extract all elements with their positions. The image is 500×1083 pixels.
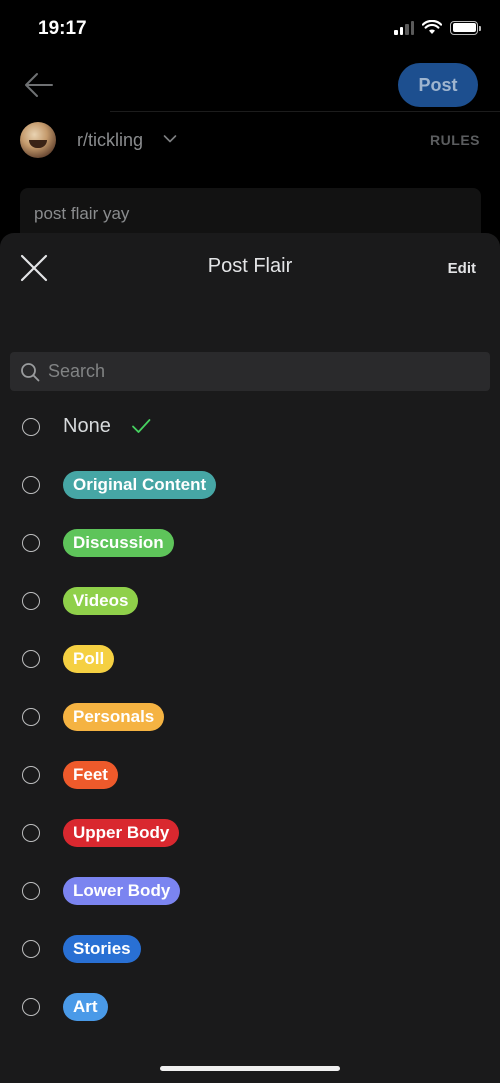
- flair-pill: Feet: [63, 761, 118, 789]
- cellular-signal-icon: [394, 20, 414, 35]
- checkmark-icon: [132, 419, 151, 433]
- chevron-down-icon[interactable]: [163, 134, 177, 144]
- post-button[interactable]: Post: [398, 63, 478, 107]
- arrow-left-icon[interactable]: [22, 68, 56, 102]
- flair-option-personals[interactable]: Personals: [0, 688, 500, 746]
- radio-button[interactable]: [22, 592, 40, 610]
- flair-label: None: [63, 415, 111, 437]
- community-avatar: [20, 122, 56, 158]
- radio-button[interactable]: [22, 418, 40, 436]
- search-box[interactable]: [10, 352, 490, 391]
- flair-pill: Original Content: [63, 471, 217, 499]
- flair-option-feet[interactable]: Feet: [0, 746, 500, 804]
- flair-option-none[interactable]: None: [0, 398, 500, 456]
- flair-pill: Poll: [63, 645, 115, 673]
- flair-pill: Discussion: [63, 529, 174, 557]
- community-name[interactable]: r/tickling: [77, 130, 143, 151]
- home-indicator[interactable]: [160, 1066, 340, 1071]
- radio-button[interactable]: [22, 534, 40, 552]
- edit-button[interactable]: Edit: [448, 260, 476, 277]
- status-bar: 19:17: [0, 0, 500, 58]
- flair-pill: Stories: [63, 935, 141, 963]
- post-flair-sheet: Post Flair Edit None Original Content Di…: [0, 233, 500, 1083]
- battery-icon: [450, 20, 481, 35]
- flair-option-stories[interactable]: Stories: [0, 920, 500, 978]
- sheet-title: Post Flair: [207, 255, 293, 277]
- flair-list: None Original Content Discussion Videos …: [0, 398, 500, 1036]
- flair-option-discussion[interactable]: Discussion: [0, 514, 500, 572]
- flair-option-art[interactable]: Art: [0, 978, 500, 1036]
- flair-option-upper-body[interactable]: Upper Body: [0, 804, 500, 862]
- flair-pill: Lower Body: [63, 877, 181, 905]
- radio-button[interactable]: [22, 882, 40, 900]
- rules-link[interactable]: RULES: [430, 132, 480, 148]
- flair-option-lower-body[interactable]: Lower Body: [0, 862, 500, 920]
- radio-button[interactable]: [22, 650, 40, 668]
- wifi-icon: [422, 20, 442, 34]
- search-input[interactable]: [48, 361, 468, 382]
- flair-option-videos[interactable]: Videos: [0, 572, 500, 630]
- radio-button[interactable]: [22, 998, 40, 1016]
- flair-option-poll[interactable]: Poll: [0, 630, 500, 688]
- divider: [110, 111, 500, 112]
- radio-button[interactable]: [22, 708, 40, 726]
- radio-button[interactable]: [22, 476, 40, 494]
- radio-button[interactable]: [22, 824, 40, 842]
- flair-pill: Videos: [63, 587, 139, 615]
- flair-pill: Upper Body: [63, 819, 180, 847]
- post-title-text: post flair yay: [34, 204, 130, 223]
- flair-option-original-content[interactable]: Original Content: [0, 456, 500, 514]
- status-time: 19:17: [38, 18, 87, 39]
- search-icon: [21, 362, 40, 381]
- status-icons: [394, 20, 481, 35]
- radio-button[interactable]: [22, 940, 40, 958]
- composer-top-bar: Post: [0, 58, 500, 112]
- flair-pill: Personals: [63, 703, 165, 731]
- flair-pill: Art: [63, 993, 108, 1021]
- community-selector[interactable]: r/tickling RULES: [0, 118, 500, 164]
- radio-button[interactable]: [22, 766, 40, 784]
